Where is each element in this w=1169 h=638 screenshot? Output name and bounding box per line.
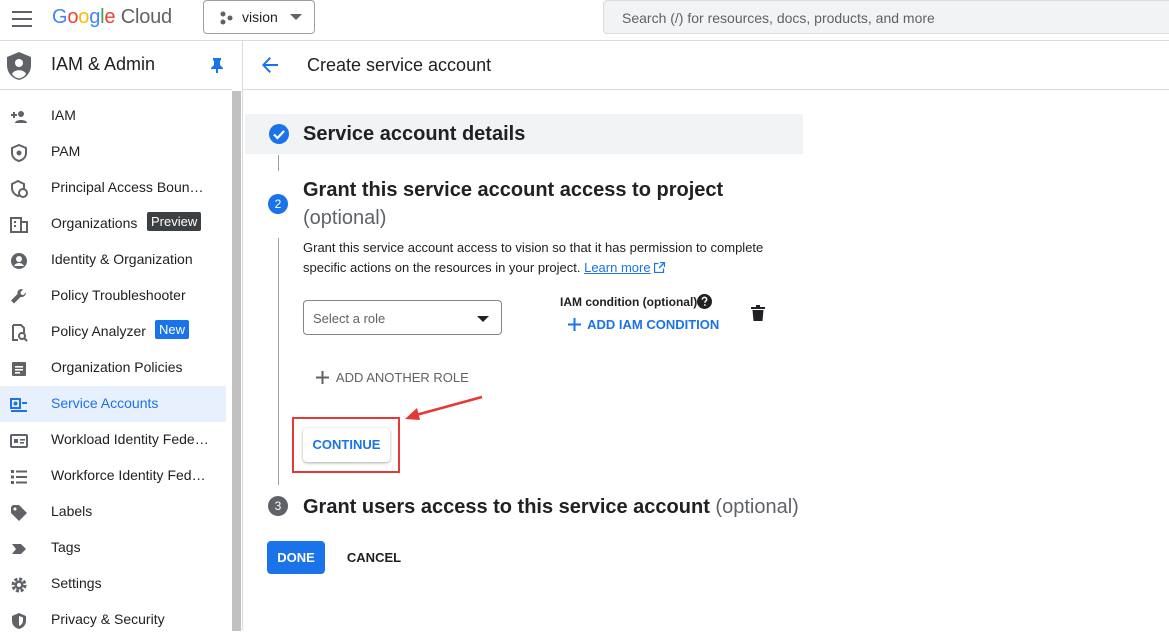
delete-trash-icon[interactable] — [751, 305, 765, 321]
sidebar-item-label: Policy Troubleshooter — [51, 287, 186, 303]
sidebar-item-label: Policy Analyzer — [51, 323, 146, 339]
highlight-box — [292, 417, 400, 473]
sidebar-item-label: Labels — [51, 503, 93, 519]
iam-shield-icon — [7, 52, 31, 80]
sidebar-item-service-accounts[interactable]: Service Accounts — [0, 386, 226, 422]
search-input[interactable]: Search (/) for resources, docs, products… — [603, 0, 1169, 34]
sidebar-item-workload-identity[interactable]: Workload Identity Fede… — [0, 422, 226, 458]
list-icon — [11, 470, 27, 484]
project-dots-icon — [220, 11, 233, 25]
google-cloud-logo[interactable]: Google Cloud — [52, 6, 172, 29]
step-3-header[interactable]: Grant users access to this service accou… — [303, 496, 799, 519]
add-iam-condition-button[interactable]: ADD IAM CONDITION — [568, 317, 719, 332]
sidebar-item-privacy-security[interactable]: Privacy & Security — [0, 602, 226, 638]
add-another-role-label: ADD ANOTHER ROLE — [335, 370, 469, 385]
sidebar-item-label: Workforce Identity Fed… — [51, 467, 206, 483]
sidebar: IAM & Admin IAM PAM Principal Access Bou… — [0, 41, 243, 631]
sidebar-item-organization-policies[interactable]: Organization Policies — [0, 350, 226, 386]
add-another-role-button[interactable]: ADD ANOTHER ROLE — [316, 370, 469, 385]
dropdown-caret-icon — [477, 316, 489, 322]
label-icon — [11, 505, 27, 521]
step-2-title: Grant this service account access to pro… — [303, 179, 724, 201]
step-2-optional: (optional) — [303, 207, 387, 229]
check-circle-icon — [269, 124, 289, 144]
sidebar-item-label: Workload Identity Fede… — [51, 431, 209, 447]
privacy-shield-icon — [12, 613, 26, 629]
step-3-number: 3 — [268, 496, 288, 516]
search-placeholder: Search (/) for resources, docs, products… — [622, 10, 935, 26]
role-select-placeholder: Select a role — [313, 311, 386, 326]
add-iam-condition-label: ADD IAM CONDITION — [587, 317, 720, 332]
help-icon[interactable] — [697, 294, 712, 309]
role-select[interactable]: Select a role — [303, 300, 502, 335]
step-2-number: 2 — [268, 194, 288, 214]
hamburger-menu-icon[interactable] — [12, 11, 32, 27]
shield-icon — [11, 144, 27, 162]
sidebar-item-policy-analyzer[interactable]: Policy Analyzer New — [0, 314, 226, 350]
project-name: vision — [242, 9, 278, 25]
sidebar-item-iam[interactable]: IAM — [0, 98, 226, 134]
step-2-description: Grant this service account access to vis… — [303, 238, 773, 278]
back-arrow-icon[interactable] — [261, 56, 279, 74]
account-circle-icon — [11, 253, 27, 269]
chevron-down-icon — [290, 14, 302, 20]
sidebar-item-label: PAM — [51, 143, 81, 159]
organization-icon — [10, 217, 28, 233]
step-1-header[interactable]: Service account details — [245, 114, 803, 154]
sidebar-item-label: Service Accounts — [51, 395, 159, 411]
policy-analyzer-icon — [12, 324, 28, 342]
person-add-icon — [11, 111, 27, 123]
step-3-optional: (optional) — [715, 496, 799, 518]
sidebar-item-label: Organization Policies — [51, 359, 183, 375]
sidebar-scrollbar[interactable] — [232, 91, 241, 631]
top-bar: Google Cloud vision Search (/) for resou… — [0, 0, 1169, 41]
wrench-icon — [11, 289, 26, 304]
project-picker-button[interactable]: vision — [203, 0, 315, 34]
sidebar-title: IAM & Admin — [51, 54, 156, 74]
cancel-button[interactable]: CANCEL — [339, 541, 409, 574]
step-connector — [278, 238, 279, 485]
sidebar-item-organizations[interactable]: Organizations Preview — [0, 206, 226, 242]
tag-icon — [12, 544, 26, 554]
page-header: Create service account — [243, 41, 1169, 90]
sidebar-header: IAM & Admin — [0, 41, 232, 90]
external-link-icon — [654, 261, 666, 274]
sidebar-item-label: Identity & Organization — [51, 251, 193, 267]
iam-condition-label: IAM condition (optional) — [560, 295, 698, 309]
sidebar-item-tags[interactable]: Tags — [0, 530, 226, 566]
sidebar-item-labels[interactable]: Labels — [0, 494, 226, 530]
done-button[interactable]: DONE — [267, 541, 325, 574]
sidebar-item-policy-troubleshooter[interactable]: Policy Troubleshooter — [0, 278, 226, 314]
new-badge: New — [155, 320, 190, 339]
annotation-arrow — [405, 395, 483, 420]
id-card-icon — [10, 434, 28, 448]
sidebar-item-label: Settings — [51, 575, 102, 591]
service-account-icon — [10, 398, 27, 412]
logo-cloud-text: Cloud — [120, 6, 172, 28]
principal-access-icon — [11, 180, 28, 198]
sidebar-item-label: IAM — [51, 107, 76, 123]
sidebar-item-settings[interactable]: Settings — [0, 566, 226, 602]
page-title: Create service account — [307, 55, 492, 75]
list-document-icon — [12, 362, 26, 376]
learn-more-link[interactable]: Learn more — [584, 260, 650, 275]
pin-icon[interactable] — [210, 57, 224, 73]
step-1-title: Service account details — [303, 123, 526, 145]
plus-icon — [568, 318, 581, 331]
sidebar-item-label: Privacy & Security — [51, 611, 165, 627]
sidebar-item-label: Tags — [51, 539, 81, 555]
sidebar-item-workforce-identity[interactable]: Workforce Identity Fed… — [0, 458, 226, 494]
preview-badge: Preview — [147, 212, 202, 231]
sidebar-item-label: Principal Access Boun… — [51, 179, 204, 195]
sidebar-item-principal-access[interactable]: Principal Access Boun… — [0, 170, 226, 206]
sidebar-item-label: Organizations — [51, 215, 138, 231]
step-connector — [278, 155, 279, 171]
description-text: Grant this service account access to vis… — [303, 240, 764, 275]
gear-icon — [11, 577, 27, 593]
sidebar-item-pam[interactable]: PAM — [0, 134, 226, 170]
plus-icon — [316, 371, 329, 384]
sidebar-item-identity-organization[interactable]: Identity & Organization — [0, 242, 226, 278]
step-3-title: Grant users access to this service accou… — [303, 496, 710, 518]
